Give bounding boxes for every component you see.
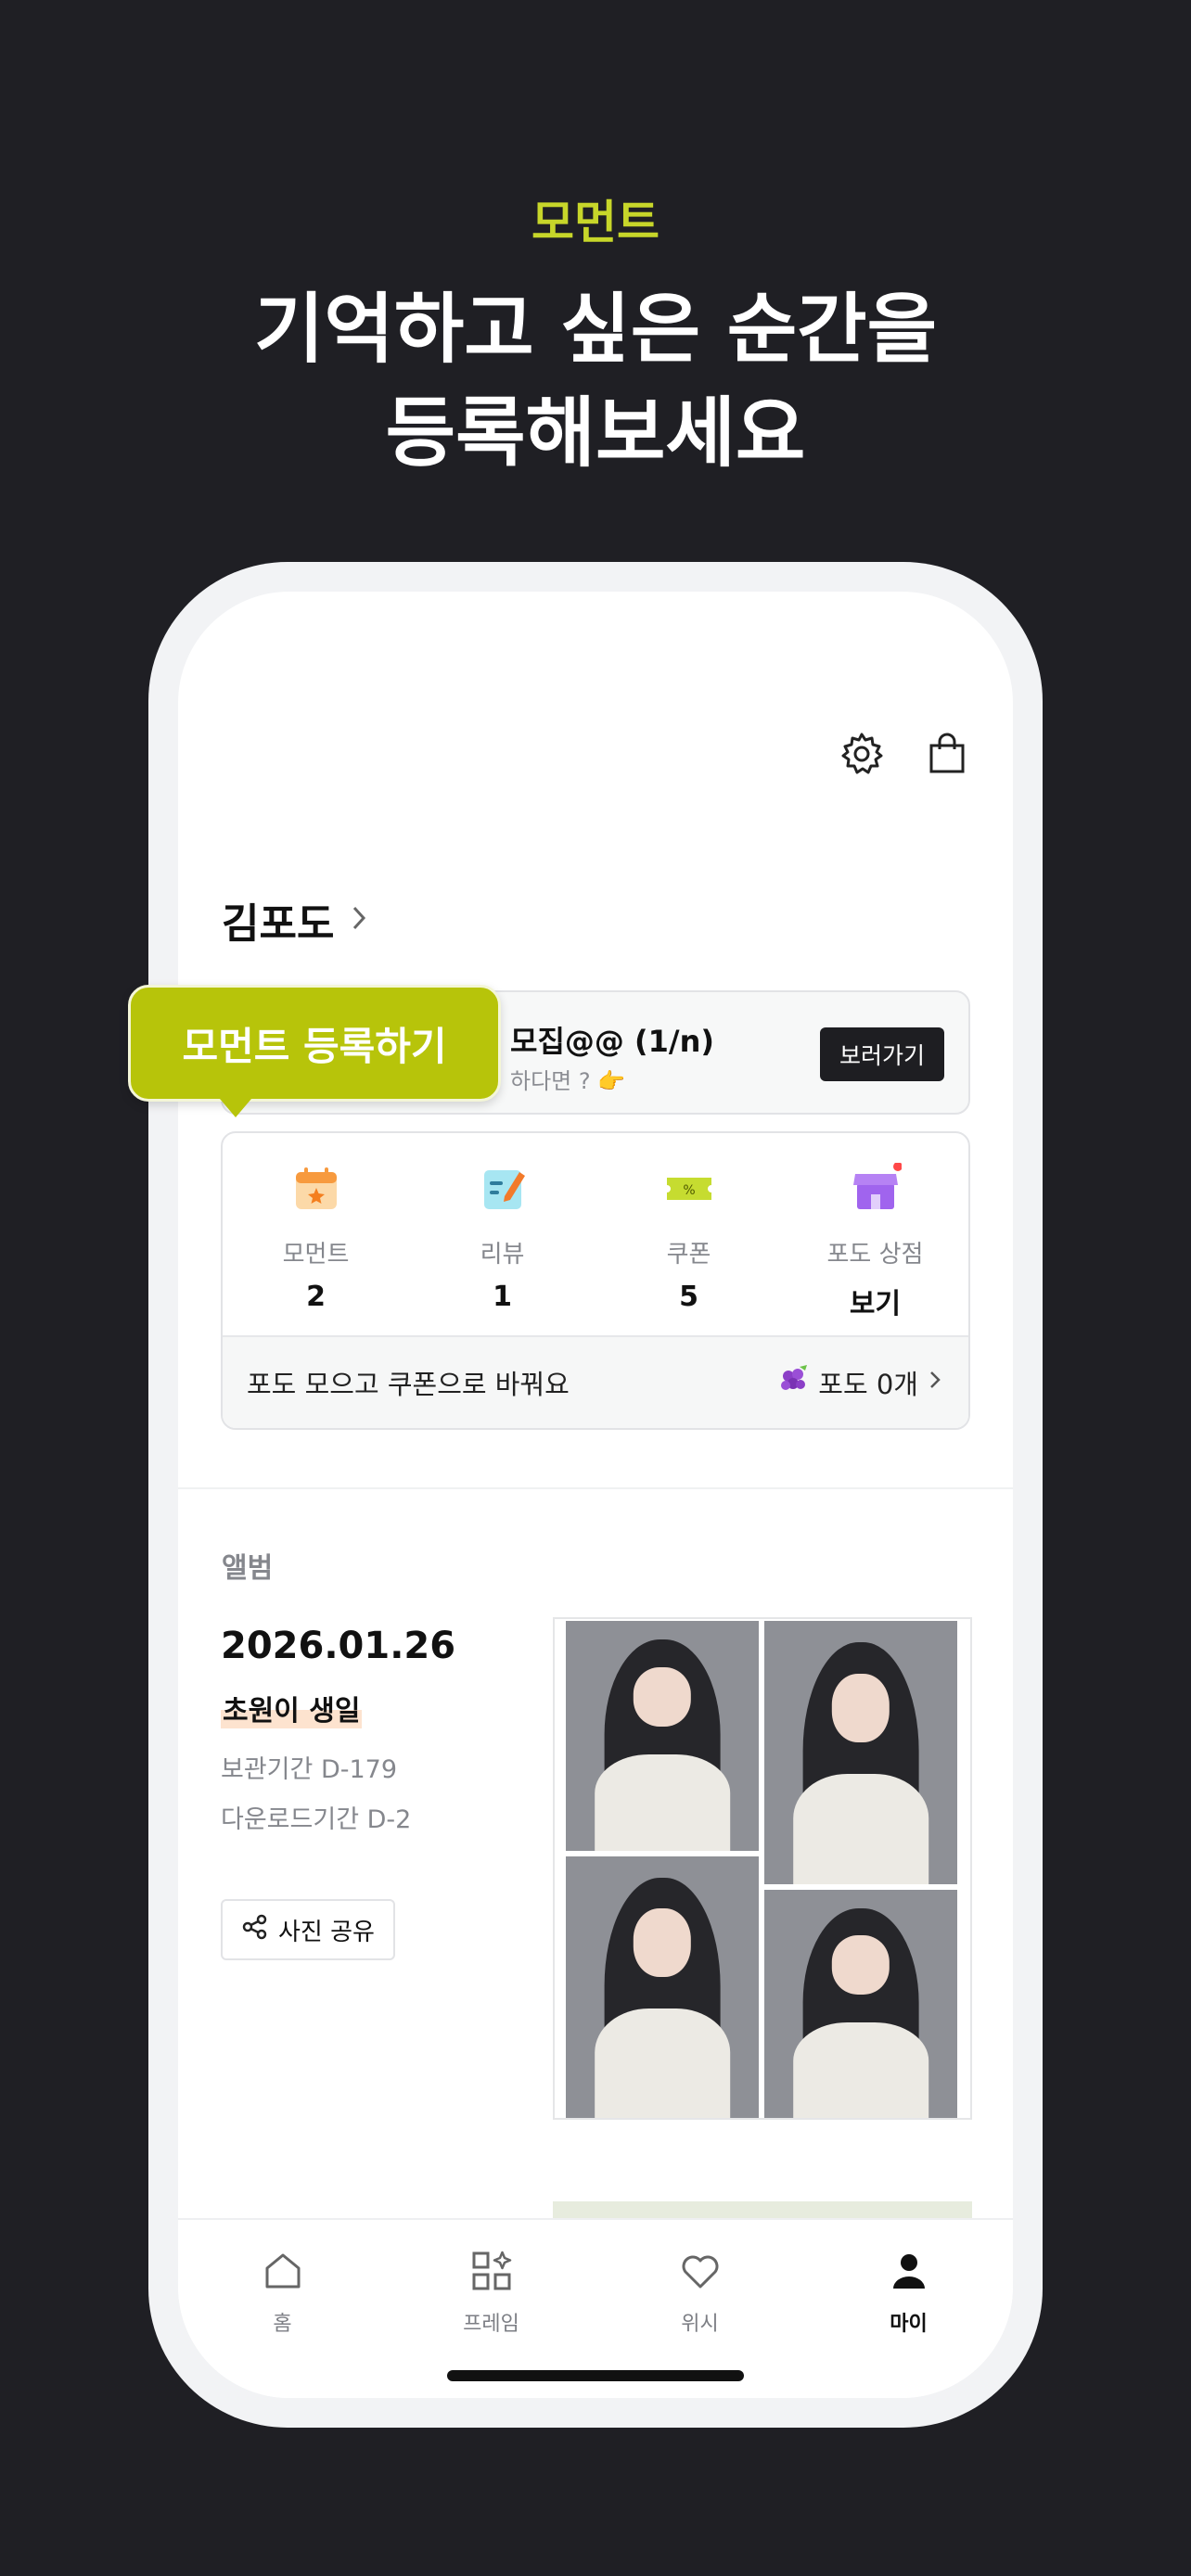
tab-bar: 홈 프레임 위시 마이 <box>178 2218 1013 2398</box>
svg-text:%: % <box>683 1183 695 1198</box>
tab-label: 홈 <box>273 2313 292 2336</box>
promo-title: 기억하고 싶은 순간을 등록해보세요 <box>0 278 1191 486</box>
person-icon <box>886 2248 932 2298</box>
stat-value: 2 <box>306 1281 326 1313</box>
stat-value: 보기 <box>849 1288 902 1320</box>
tooltip-register-moment[interactable]: 모먼트 등록하기 <box>128 985 501 1117</box>
grape-count-label: 포도 0개 <box>818 1369 918 1400</box>
review-note-icon <box>477 1163 529 1215</box>
grape-bar[interactable]: 포도 모으고 쿠폰으로 바꿔요 포도 0개 <box>223 1335 968 1428</box>
banner-title: 모집@@ (1/n) <box>510 1024 715 1059</box>
stat-review[interactable]: 리뷰 1 <box>409 1133 596 1339</box>
profile-name: 김포도 <box>222 900 335 948</box>
grape-count: 포도 0개 <box>777 1363 944 1403</box>
album-date: 2026.01.26 <box>221 1625 456 1667</box>
shopping-bag-icon[interactable] <box>924 731 970 777</box>
share-photo-button[interactable]: 사진 공유 <box>221 1899 395 1960</box>
chevron-right-icon <box>347 902 371 937</box>
promo-subtitle: 모먼트 <box>531 196 660 249</box>
coupon-icon: % <box>663 1163 715 1215</box>
calendar-icon <box>290 1163 342 1215</box>
section-divider <box>178 1487 1013 1489</box>
banner-view-button[interactable]: 보러가기 <box>820 1027 944 1081</box>
top-icons <box>839 731 970 777</box>
gear-icon[interactable] <box>839 731 885 777</box>
stat-label: 리뷰 <box>480 1241 525 1269</box>
tab-label: 프레임 <box>463 2313 519 2336</box>
album-photo-frame[interactable] <box>553 1617 972 2120</box>
tab-label: 위시 <box>681 2313 719 2336</box>
stat-moment[interactable]: 모먼트 2 <box>223 1133 409 1339</box>
home-icon <box>260 2248 306 2298</box>
banner-subtitle: 하다면 ? 👉 <box>510 1068 626 1094</box>
stat-label: 모먼트 <box>282 1241 350 1269</box>
photo <box>566 1856 759 2118</box>
tab-home[interactable]: 홈 <box>178 2220 387 2398</box>
album-title: 초원이 생일 <box>221 1688 363 1728</box>
stats-row: 모먼트 2 리뷰 1 % 쿠폰 5 포도 상점 보기 <box>223 1133 968 1339</box>
grape-icon <box>777 1363 811 1403</box>
heart-icon <box>677 2248 724 2298</box>
stat-coupon[interactable]: % 쿠폰 5 <box>596 1133 782 1339</box>
stat-value: 5 <box>679 1281 698 1313</box>
album-keep-period: 보관기간 D-179 <box>221 1755 398 1784</box>
profile-link[interactable]: 김포도 <box>222 890 371 950</box>
stat-value: 1 <box>493 1281 512 1313</box>
tab-my[interactable]: 마이 <box>804 2220 1013 2398</box>
photo <box>566 1621 759 1851</box>
stat-label: 포도 상점 <box>826 1241 924 1269</box>
stat-label: 쿠폰 <box>666 1241 711 1269</box>
promo-title-line2: 등록해보세요 <box>385 389 806 478</box>
album-heading: 앨범 <box>222 1552 274 1585</box>
tab-label: 마이 <box>890 2313 928 2336</box>
chevron-right-icon <box>926 1367 944 1398</box>
stats-box: 모먼트 2 리뷰 1 % 쿠폰 5 포도 상점 보기 포도 모으고 쿠폰으로 바… <box>221 1131 970 1430</box>
photo <box>764 1621 957 1884</box>
share-icon <box>241 1913 269 1947</box>
tooltip-tail <box>220 1099 251 1117</box>
tooltip-text: 모먼트 등록하기 <box>182 1023 447 1069</box>
frame-grid-icon <box>468 2248 515 2298</box>
phone-frame: 김포도 모집@@ (1/n) 하다면 ? 👉 보러가기 모먼트 2 리뷰 1 %… <box>148 562 1043 2428</box>
promo-title-line1: 기억하고 싶은 순간을 <box>253 286 938 374</box>
stat-grape-store[interactable]: 포도 상점 보기 <box>782 1133 968 1339</box>
home-indicator <box>447 2370 744 2381</box>
share-button-label: 사진 공유 <box>278 1918 375 1946</box>
store-icon <box>850 1162 903 1215</box>
photo <box>764 1890 957 2118</box>
album-download-period: 다운로드기간 D-2 <box>221 1805 412 1834</box>
grape-bar-text: 포도 모으고 쿠폰으로 바꿔요 <box>247 1369 570 1400</box>
phone-screen: 김포도 모집@@ (1/n) 하다면 ? 👉 보러가기 모먼트 2 리뷰 1 %… <box>178 592 1013 2398</box>
